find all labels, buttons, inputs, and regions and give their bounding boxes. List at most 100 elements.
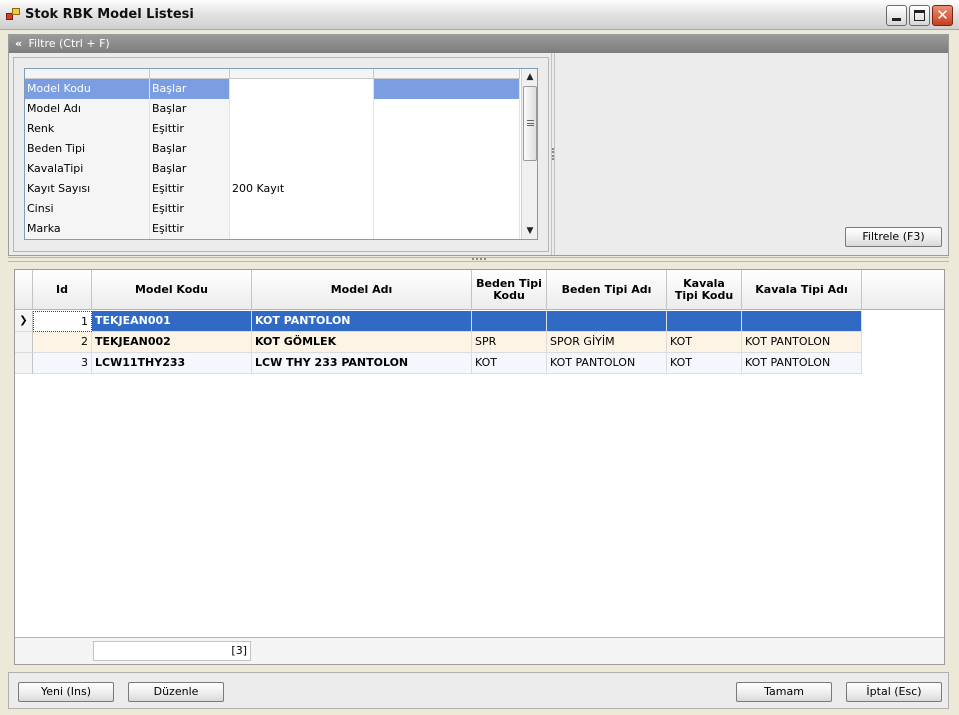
cell-model-kodu[interactable]: TEKJEAN002	[92, 332, 252, 353]
filter-header[interactable]: « Filtre (Ctrl + F)	[9, 35, 948, 53]
filter-operator-cell[interactable]: Başlar	[150, 159, 230, 179]
filter-extra-cell[interactable]	[374, 139, 520, 159]
title-bar: Stok RBK Model Listesi ✕	[0, 0, 959, 30]
filter-operator-cell[interactable]: Başlar	[150, 79, 230, 99]
grid-header-indicator	[15, 270, 33, 310]
filter-grid-header	[25, 69, 520, 79]
cell-kavala-tipi-adi[interactable]: KOT PANTOLON	[742, 353, 862, 374]
filter-field-cell: Model Adı	[25, 99, 150, 119]
edit-button[interactable]: Düzenle	[128, 682, 224, 702]
panel-splitter[interactable]	[8, 257, 949, 262]
scrollbar-thumb[interactable]	[523, 86, 537, 161]
filter-grid-header-cell	[150, 69, 230, 79]
filter-field-cell: KavalaTipi	[25, 159, 150, 179]
filter-apply-button[interactable]: Filtrele (F3)	[845, 227, 942, 247]
column-header-id[interactable]: Id	[33, 270, 92, 310]
column-header-kavala-tipi-kodu[interactable]: Kavala Tipi Kodu	[667, 270, 742, 310]
app-icon	[6, 8, 20, 21]
filter-panel: « Filtre (Ctrl + F) Model Kodu Başlar Mode…	[8, 34, 949, 256]
filter-extra-cell[interactable]	[374, 99, 520, 119]
maximize-button[interactable]	[909, 5, 930, 26]
cell-kavala-tipi-kodu[interactable]	[667, 311, 742, 332]
filter-extra-cell[interactable]	[374, 219, 520, 239]
filter-row[interactable]: Model Kodu Başlar	[25, 79, 520, 99]
filter-grid-header-cell	[230, 69, 374, 79]
filter-operator-cell[interactable]: Eşittir	[150, 119, 230, 139]
filter-value-cell[interactable]	[230, 219, 374, 239]
filter-row[interactable]: Beden Tipi Başlar	[25, 139, 520, 159]
window-title: Stok RBK Model Listesi	[25, 7, 194, 22]
ok-button[interactable]: Tamam	[736, 682, 832, 702]
column-header-beden-tipi-kodu[interactable]: Beden Tipi Kodu	[472, 270, 547, 310]
filter-value-cell[interactable]: 200 Kayıt	[230, 179, 374, 199]
cell-kavala-tipi-kodu[interactable]: KOT	[667, 332, 742, 353]
cell-id[interactable]: 2	[33, 332, 92, 353]
double-chevron-up-icon[interactable]: «	[15, 35, 25, 53]
filter-extra-cell[interactable]	[374, 199, 520, 219]
cell-beden-tipi-adi[interactable]: SPOR GİYİM	[547, 332, 667, 353]
filter-field-cell: Cinsi	[25, 199, 150, 219]
minimize-icon	[892, 18, 901, 21]
filter-field-cell: Beden Tipi	[25, 139, 150, 159]
filter-operator-cell[interactable]: Başlar	[150, 139, 230, 159]
maximize-icon	[914, 10, 925, 21]
filter-grid-header-cell	[374, 69, 520, 79]
filter-value-cell[interactable]	[230, 99, 374, 119]
column-header-model-kodu[interactable]: Model Kodu	[92, 270, 252, 310]
filter-operator-cell[interactable]: Eşittir	[150, 179, 230, 199]
cell-model-adi[interactable]: LCW THY 233 PANTOLON	[252, 353, 472, 374]
filter-row[interactable]: Renk Eşittir	[25, 119, 520, 139]
cell-beden-tipi-adi[interactable]: KOT PANTOLON	[547, 353, 667, 374]
cell-beden-tipi-kodu[interactable]: SPR	[472, 332, 547, 353]
filter-value-cell[interactable]	[230, 159, 374, 179]
filter-extra-cell[interactable]	[374, 159, 520, 179]
cell-model-kodu[interactable]: TEKJEAN001	[92, 311, 252, 332]
column-header-beden-tipi-adi[interactable]: Beden Tipi Adı	[547, 270, 667, 310]
cell-beden-tipi-kodu[interactable]	[472, 311, 547, 332]
cell-model-adi[interactable]: KOT GÖMLEK	[252, 332, 472, 353]
filter-row[interactable]: KavalaTipi Başlar	[25, 159, 520, 179]
filter-value-cell[interactable]	[230, 119, 374, 139]
new-button[interactable]: Yeni (Ins)	[18, 682, 114, 702]
filter-row[interactable]: Kayıt Sayısı Eşittir 200 Kayıt	[25, 179, 520, 199]
filter-header-label: Filtre (Ctrl + F)	[28, 37, 110, 50]
cell-id[interactable]: 1	[33, 311, 92, 332]
table-row[interactable]: 3 LCW11THY233 LCW THY 233 PANTOLON KOT KOT P…	[15, 353, 862, 374]
column-header-kavala-tipi-adi[interactable]: Kavala Tipi Adı	[742, 270, 862, 310]
column-header-model-adi[interactable]: Model Adı	[252, 270, 472, 310]
cell-beden-tipi-kodu[interactable]: KOT	[472, 353, 547, 374]
filter-value-cell[interactable]	[230, 79, 374, 99]
filter-field-cell: Kayıt Sayısı	[25, 179, 150, 199]
cell-beden-tipi-adi[interactable]	[547, 311, 667, 332]
scroll-up-icon[interactable]: ▲	[522, 69, 537, 85]
cell-kavala-tipi-adi[interactable]	[742, 311, 862, 332]
filter-row[interactable]: Model Adı Başlar	[25, 99, 520, 119]
filter-splitter[interactable]	[551, 53, 555, 255]
filter-operator-cell[interactable]: Eşittir	[150, 219, 230, 239]
filter-field-cell: Renk	[25, 119, 150, 139]
close-icon: ✕	[936, 6, 949, 24]
cancel-button[interactable]: İptal (Esc)	[846, 682, 942, 702]
filter-value-cell[interactable]	[230, 139, 374, 159]
filter-extra-cell[interactable]	[374, 79, 520, 99]
grid-header: Id Model Kodu Model Adı Beden Tipi Kodu Bede…	[15, 270, 944, 310]
filter-extra-cell[interactable]	[374, 179, 520, 199]
table-row[interactable]: 1 TEKJEAN001 KOT PANTOLON	[15, 311, 862, 332]
filter-grid-scrollbar[interactable]: ▲ ▼	[521, 69, 537, 239]
cell-model-kodu[interactable]: LCW11THY233	[92, 353, 252, 374]
filter-row[interactable]: Marka Eşittir	[25, 219, 520, 239]
cell-id[interactable]: 3	[33, 353, 92, 374]
close-button[interactable]: ✕	[932, 5, 953, 26]
cell-kavala-tipi-kodu[interactable]: KOT	[667, 353, 742, 374]
filter-row[interactable]: Cinsi Eşittir	[25, 199, 520, 219]
filter-extra-cell[interactable]	[374, 119, 520, 139]
cell-model-adi[interactable]: KOT PANTOLON	[252, 311, 472, 332]
filter-grid-header-cell	[25, 69, 150, 79]
table-row[interactable]: 2 TEKJEAN002 KOT GÖMLEK SPR SPOR GİYİM KOT KOT…	[15, 332, 862, 353]
filter-value-cell[interactable]	[230, 199, 374, 219]
minimize-button[interactable]	[886, 5, 907, 26]
filter-operator-cell[interactable]: Başlar	[150, 99, 230, 119]
scroll-down-icon[interactable]: ▼	[522, 223, 537, 239]
cell-kavala-tipi-adi[interactable]: KOT PANTOLON	[742, 332, 862, 353]
filter-operator-cell[interactable]: Eşittir	[150, 199, 230, 219]
